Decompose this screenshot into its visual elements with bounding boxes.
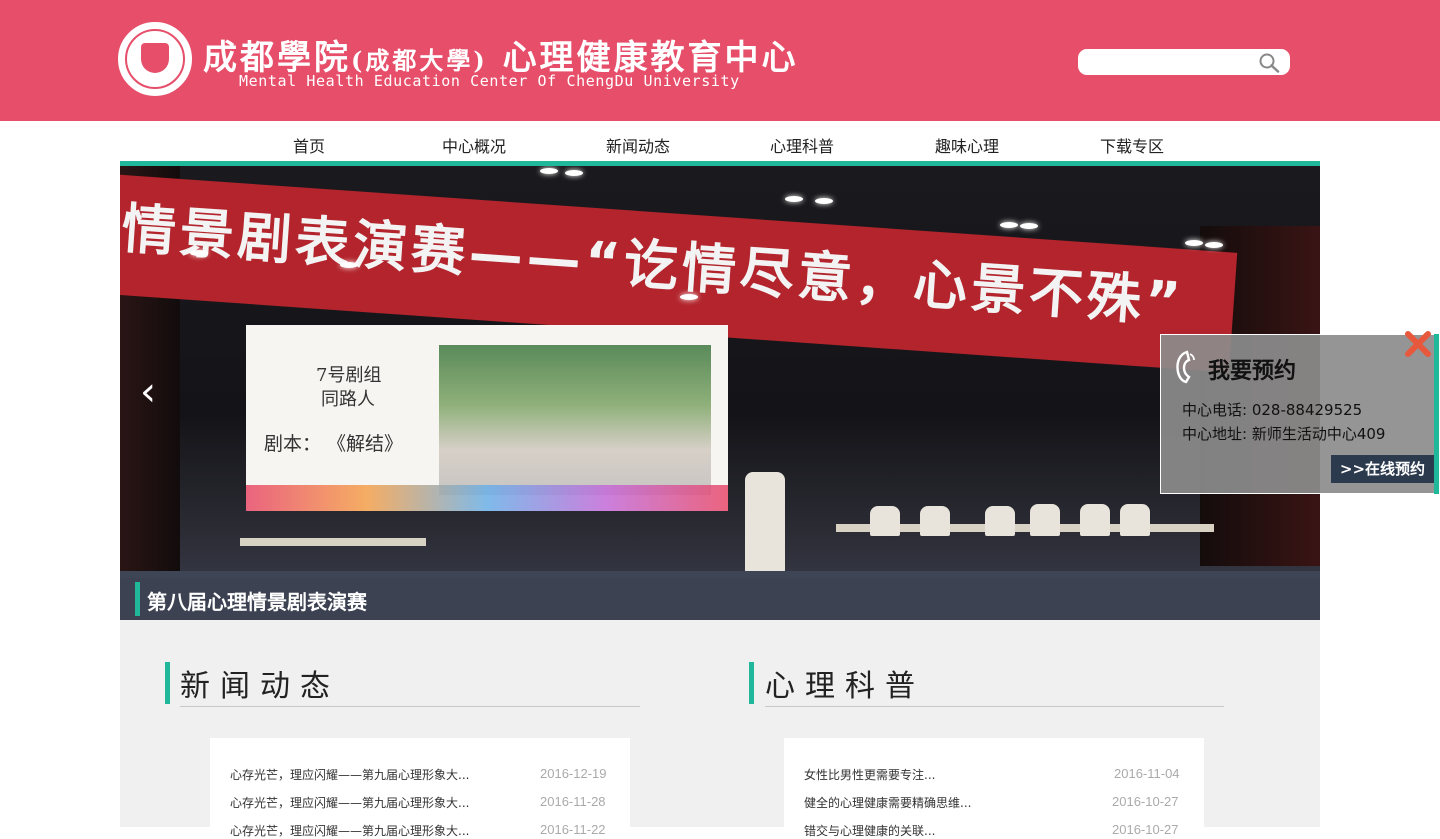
phone-icon — [1172, 350, 1196, 384]
appointment-title: 我要预约 — [1208, 359, 1297, 384]
nav-item-news[interactable]: 新闻动态 — [606, 133, 670, 157]
stage-light — [190, 250, 208, 256]
news-item-date: 2016-11-22 — [540, 822, 606, 837]
screen-paint-strip — [246, 485, 728, 511]
nav-item-science[interactable]: 心理科普 — [770, 133, 834, 157]
news-item-date: 2016-12-19 — [540, 766, 607, 781]
news-item-date: 2016-11-28 — [540, 794, 606, 809]
appointment-phone: 中心电话: 028-88429525 — [1182, 401, 1363, 419]
performer-figure — [1030, 504, 1060, 536]
science-item-date: 2016-10-27 — [1112, 794, 1179, 809]
science-section-title[interactable]: 心理科普 — [765, 661, 925, 705]
appointment-address: 中心地址: 新师生活动中心409 — [1182, 425, 1386, 443]
nav-item-fun-psychology[interactable]: 趣味心理 — [935, 133, 999, 157]
screen-text-script: 剧本： 《解结》 — [264, 433, 404, 455]
news-section-mark — [165, 662, 170, 704]
performer-figure — [870, 506, 900, 536]
science-item[interactable]: 错交与心理健康的关联... — [804, 822, 935, 839]
banner-caption[interactable]: 第八届心理情景剧表演赛 — [147, 586, 367, 615]
performer-figure — [985, 506, 1015, 536]
stage-light — [1020, 223, 1038, 229]
appointment-widget-edge — [1434, 334, 1439, 494]
stage-table — [240, 538, 426, 546]
main-nav: 首页 中心概况 新闻动态 心理科普 趣味心理 下载专区 — [120, 121, 1320, 161]
performer-figure — [745, 472, 785, 572]
science-item[interactable]: 健全的心理健康需要精确思维... — [804, 794, 971, 811]
news-section-divider — [180, 706, 640, 707]
science-item-date: 2016-10-27 — [1112, 822, 1179, 837]
chevron-left-icon[interactable]: ‹ — [140, 372, 170, 412]
caption-accent-mark — [135, 582, 140, 616]
stage-screen: 7号剧组 同路人 剧本： 《解结》 — [246, 325, 728, 511]
stage-light — [340, 262, 358, 268]
science-item-date: 2016-11-04 — [1114, 766, 1180, 781]
seal-emblem — [141, 43, 169, 73]
stage-light — [565, 170, 583, 176]
nav-item-overview[interactable]: 中心概况 — [442, 133, 506, 157]
screen-text-team: 同路人 — [321, 389, 375, 410]
performer-figure — [920, 506, 950, 536]
stage-light — [540, 168, 558, 174]
science-item[interactable]: 女性比男性更需要专注... — [804, 766, 935, 783]
banner-slideshow[interactable]: 情景剧表演赛——“讫情尽意，心景不殊” 7号剧组 同路人 剧本： 《解结》 — [120, 166, 1320, 620]
nav-item-home[interactable]: 首页 — [293, 133, 325, 157]
screen-photo — [439, 345, 711, 495]
search-input[interactable] — [1086, 52, 1256, 72]
news-item[interactable]: 心存光芒，理应闪耀——第九届心理形象大... — [230, 822, 469, 839]
science-section-mark — [749, 662, 754, 704]
close-icon[interactable] — [1403, 329, 1433, 359]
news-section-title[interactable]: 新闻动态 — [180, 661, 340, 705]
screen-text-group: 7号剧组 — [316, 365, 382, 386]
university-seal-logo[interactable] — [118, 22, 192, 96]
news-item[interactable]: 心存光芒，理应闪耀——第九届心理形象大... — [230, 794, 469, 811]
news-item[interactable]: 心存光芒，理应闪耀——第九届心理形象大... — [230, 766, 469, 783]
stage-light — [815, 198, 833, 204]
stage-light — [785, 196, 803, 202]
online-appointment-button[interactable]: >>在线预约 — [1331, 455, 1434, 483]
site-subtitle: Mental Health Education Center Of ChengD… — [239, 72, 740, 90]
performer-figure — [1120, 504, 1150, 536]
nav-item-downloads[interactable]: 下载专区 — [1100, 133, 1164, 157]
search-icon[interactable] — [1258, 53, 1282, 73]
title-paren: (成都大學) — [351, 46, 488, 75]
stage-light — [1185, 240, 1203, 246]
science-section-divider — [765, 706, 1224, 707]
stage-light — [1000, 222, 1018, 228]
stage-light — [680, 294, 698, 300]
stage-light — [1205, 242, 1223, 248]
performer-figure — [1080, 504, 1110, 536]
